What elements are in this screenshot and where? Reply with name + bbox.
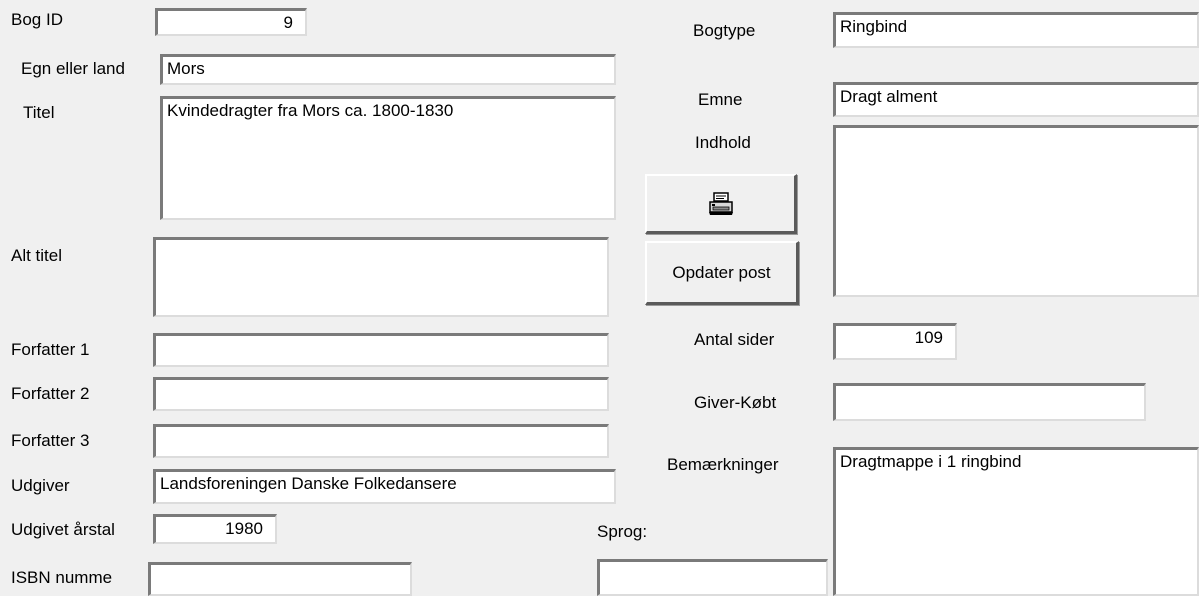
forfatter3-label: Forfatter 3 <box>11 431 90 450</box>
alt-titel-field[interactable] <box>153 237 609 317</box>
egn-label: Egn eller land <box>21 59 125 78</box>
isbn-label: ISBN numme <box>11 568 113 587</box>
forfatter3-field[interactable] <box>153 424 609 458</box>
isbn-field[interactable] <box>148 562 412 596</box>
emne-field[interactable]: Dragt alment <box>833 82 1199 117</box>
udgivet-aarstal-label: Udgivet årstal <box>11 520 115 539</box>
udgivet-aarstal-field[interactable]: 1980 <box>153 514 277 544</box>
bemaerkninger-field[interactable]: Dragtmappe i 1 ringbind <box>833 447 1199 596</box>
indhold-field[interactable] <box>833 125 1199 297</box>
bogtype-label: Bogtype <box>693 21 756 40</box>
bogtype-field[interactable]: Ringbind <box>833 12 1199 48</box>
giver-koebt-field[interactable] <box>833 383 1146 421</box>
opdater-post-label: Opdater post <box>672 262 771 282</box>
indhold-label: Indhold <box>695 133 751 152</box>
emne-label: Emne <box>698 90 743 109</box>
sprog-label: Sprog: <box>597 522 648 541</box>
titel-label: Titel <box>23 103 55 122</box>
opdater-post-button[interactable]: Opdater post <box>645 241 799 305</box>
forfatter1-label: Forfatter 1 <box>11 340 90 359</box>
bemaerkninger-label: Bemærkninger <box>667 455 779 474</box>
alt-titel-label: Alt titel <box>11 246 63 265</box>
bog-id-field[interactable]: 9 <box>155 8 307 36</box>
antal-sider-field[interactable]: 109 <box>833 323 957 360</box>
forfatter1-field[interactable] <box>153 333 609 367</box>
bog-id-label: Bog ID <box>11 10 63 29</box>
giver-koebt-label: Giver-Købt <box>694 393 777 412</box>
titel-field[interactable]: Kvindedragter fra Mors ca. 1800-1830 <box>160 96 616 220</box>
antal-sider-label: Antal sider <box>694 330 775 349</box>
forfatter2-field[interactable] <box>153 377 609 411</box>
printer-icon <box>708 191 734 216</box>
forfatter2-label: Forfatter 2 <box>11 384 90 403</box>
udgiver-field[interactable]: Landsforeningen Danske Folkedansere <box>153 469 616 504</box>
sprog-field[interactable] <box>597 559 828 596</box>
egn-field[interactable]: Mors <box>160 54 616 85</box>
print-button[interactable] <box>645 174 797 234</box>
udgiver-label: Udgiver <box>11 476 70 495</box>
